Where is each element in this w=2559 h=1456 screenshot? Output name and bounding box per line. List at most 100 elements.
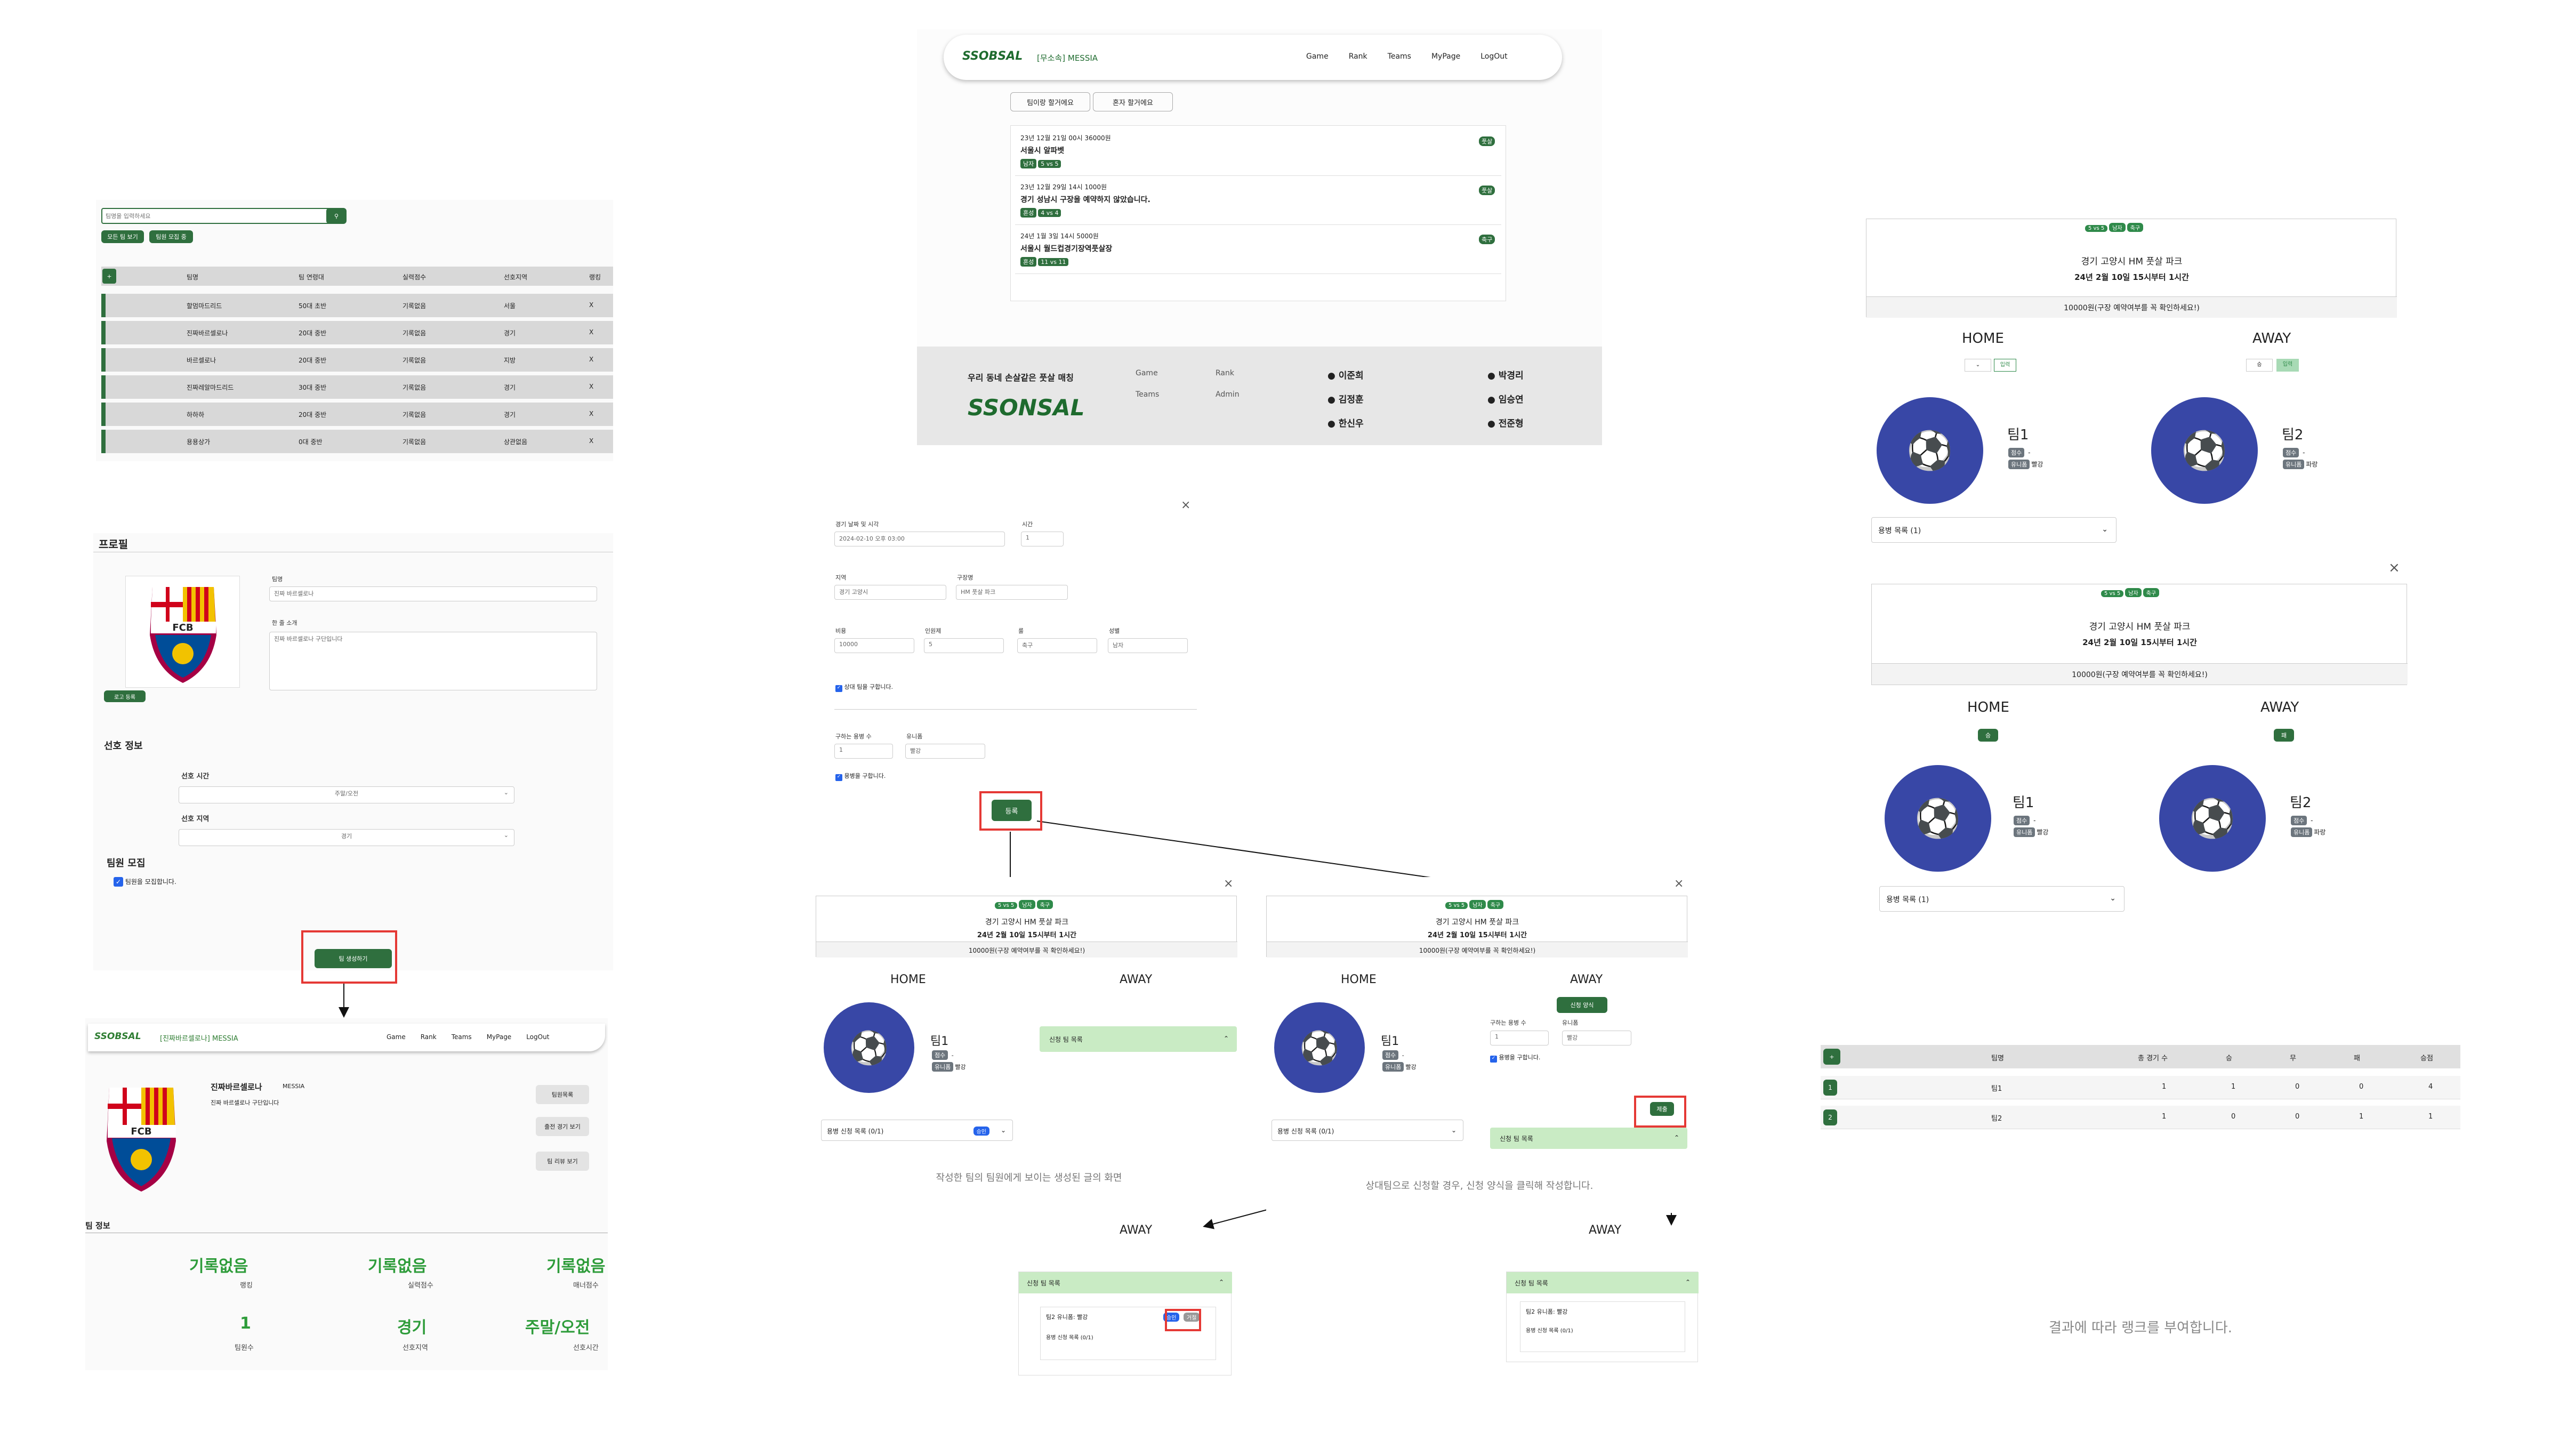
- result-view-1: 5 vs 5 남자 축구 경기 고양시 HM 풋살 파크 24년 2월 10일 15…: [1863, 216, 2402, 546]
- football-club-icon: ⚽: [1906, 428, 1953, 472]
- apply-entry: 팀2 유니폼: 빨강 용병 신청 목록 (0/1): [1520, 1301, 1685, 1352]
- nav-teams[interactable]: Teams: [1388, 52, 1411, 61]
- github-icon: ●: [1487, 371, 1499, 381]
- game-tag: 혼성: [1020, 208, 1037, 218]
- nav-mypage[interactable]: MyPage: [487, 1033, 512, 1041]
- gender-select[interactable]: 남자: [1108, 638, 1188, 653]
- tab-solo[interactable]: 혼자 할거에요: [1093, 92, 1173, 111]
- nav-mypage[interactable]: MyPage: [1431, 52, 1460, 61]
- rank-row[interactable]: 2 팀2 1 0 0 1 1: [1821, 1106, 2460, 1129]
- merc-input[interactable]: 1: [1490, 1031, 1549, 1045]
- date-input[interactable]: 2024-02-10 오후 03:00: [834, 532, 1005, 546]
- game-when: 24년 2월 10일 15시부터 1시간: [977, 931, 1077, 939]
- apply-list-header[interactable]: 신청 팀 목록 ⌃: [1507, 1272, 1699, 1293]
- nav-logout[interactable]: LogOut: [1480, 52, 1507, 61]
- stadium-input[interactable]: HM 풋살 파크: [956, 585, 1068, 600]
- apply-view-caption: 상대팀으로 신청할 경우, 신청 양식을 클릭해 작성합니다.: [1365, 1180, 1594, 1192]
- away-score-select[interactable]: 승: [2246, 359, 2273, 372]
- home-label: HOME: [1341, 973, 1377, 986]
- stadium-label: 구장명: [957, 574, 973, 581]
- people-input[interactable]: 5: [924, 638, 1004, 653]
- rank-table: + 팀명 총 경기 수 승 무 패 승점 1 팀1 1 1 0 0 4 2 팀2 1 0 0 1 1: [1821, 1045, 2460, 1130]
- merc-checkbox[interactable]: ✓ 용병을 구합니다.: [835, 771, 886, 781]
- apply-list-accordion[interactable]: 신청 팀 목록 ⌃: [1490, 1128, 1687, 1149]
- region-input[interactable]: 경기 고양시: [834, 585, 946, 600]
- close-icon[interactable]: ×: [2388, 560, 2400, 576]
- close-icon[interactable]: ×: [1224, 877, 1233, 890]
- footer-teams[interactable]: Teams: [1136, 390, 1159, 399]
- games-button[interactable]: 출전 경기 보기: [536, 1117, 589, 1136]
- nav-game[interactable]: Game: [387, 1033, 406, 1041]
- home-footer: 우리 동네 손살같은 풋살 매칭 SSONSAL Game Rank Teams…: [917, 347, 1602, 445]
- game-card[interactable]: 23년 12월 29일 14시 1000원 경기 성남시 구장을 예약하지 않았습…: [1015, 180, 1501, 225]
- home-label: HOME: [1967, 699, 2009, 715]
- merc-input[interactable]: 1: [834, 744, 893, 759]
- close-icon[interactable]: ×: [1181, 498, 1190, 512]
- home-score-select[interactable]: ⌄: [1965, 359, 1991, 372]
- github-member-link[interactable]: ● 임승연: [1487, 392, 1524, 405]
- footer-admin[interactable]: Admin: [1216, 390, 1240, 399]
- github-member-link[interactable]: ● 김정훈: [1327, 392, 1364, 405]
- apply-list-header[interactable]: 신청 팀 목록 ⌃: [1019, 1272, 1232, 1293]
- nav-rank[interactable]: Rank: [421, 1033, 437, 1041]
- uniform-input[interactable]: 빨강: [1562, 1031, 1631, 1045]
- game-tags: 5 vs 5 남자 축구: [1445, 899, 1505, 909]
- nav-logout[interactable]: LogOut: [526, 1033, 549, 1041]
- rank-cell: 0: [2231, 1113, 2236, 1121]
- game-tag: 남자: [1020, 159, 1037, 168]
- home-logo[interactable]: SSOBSAL: [962, 50, 1023, 63]
- time-select[interactable]: 1: [1021, 532, 1064, 546]
- rank-row[interactable]: 1 팀1 1 1 0 0 4: [1821, 1076, 2460, 1099]
- type-select[interactable]: 축구: [1017, 638, 1097, 653]
- home-input-button[interactable]: 입력: [1994, 359, 2016, 372]
- football-club-icon: ⚽: [849, 1029, 889, 1067]
- merc-checkbox[interactable]: ✓ 용병을 구합니다.: [1490, 1053, 1540, 1063]
- stat-area-value: 경기: [397, 1318, 427, 1337]
- member-name: 박경리: [1498, 371, 1524, 381]
- github-member-link[interactable]: ● 이준희: [1327, 368, 1364, 381]
- github-member-link[interactable]: ● 한신우: [1327, 416, 1364, 429]
- nav-game[interactable]: Game: [1306, 52, 1329, 61]
- merc-count-select[interactable]: 용병 목록 (1) ⌄: [1871, 517, 2117, 543]
- chevron-down-icon: ⌄: [2110, 894, 2116, 903]
- chevron-down-icon: ⌄: [1000, 1127, 1006, 1134]
- stat-skill-label: 실력점수: [408, 1282, 433, 1290]
- member-name: 한신우: [1338, 419, 1364, 429]
- cost-input[interactable]: 10000: [834, 638, 914, 653]
- team2-name: 팀2: [2282, 427, 2304, 443]
- apply-form-button[interactable]: 신청 양식: [1557, 997, 1607, 1013]
- members-button[interactable]: 팀원목록: [536, 1085, 589, 1104]
- nav-rank[interactable]: Rank: [1349, 52, 1367, 61]
- game-cost: 10000원(구장 예약여부를 꼭 확인하세요!): [1866, 296, 2397, 318]
- merc-count-select[interactable]: 용병 목록 (1) ⌄: [1879, 886, 2125, 912]
- member-name: 전준형: [1498, 419, 1524, 429]
- game-card[interactable]: 24년 1월 3일 14시 5000원 서울시 월드컵경기장역풋살장 혼성 11 vs…: [1015, 229, 1501, 274]
- site-logo[interactable]: SSOBSAL: [94, 1031, 141, 1042]
- tag-size: 5 vs 5: [995, 902, 1018, 909]
- rank-header-lose: 패: [2354, 1055, 2360, 1063]
- github-member-link[interactable]: ● 박경리: [1487, 368, 1524, 381]
- game-when: 24년 2월 10일 15시부터 1시간: [1427, 931, 1527, 939]
- footer-rank[interactable]: Rank: [1216, 369, 1234, 377]
- tag-kind: 축구: [1487, 900, 1504, 909]
- submit-game-button[interactable]: 등록: [992, 800, 1032, 821]
- apply-list-label: 신청 팀 목록: [1049, 1036, 1083, 1043]
- rank-cell: 1: [2359, 1113, 2364, 1121]
- github-member-link[interactable]: ● 전준형: [1487, 416, 1524, 429]
- nav-teams[interactable]: Teams: [452, 1033, 472, 1041]
- close-icon[interactable]: ×: [1674, 877, 1684, 890]
- tab-team[interactable]: 팀이랑 할거에요: [1010, 92, 1090, 111]
- tag-size: 5 vs 5: [1445, 902, 1468, 909]
- merc-list-label: 용병 신청 목록 (0/1): [1277, 1128, 1334, 1135]
- away-label: AWAY: [2260, 699, 2299, 715]
- opponent-checkbox[interactable]: ✓ 상대 팀을 구합니다.: [835, 682, 893, 692]
- uniform-input[interactable]: 빨강: [905, 744, 985, 759]
- game-card[interactable]: 23년 12월 21일 00시 36000원 서울시 알파벳 남자 5 vs 5 풋살: [1015, 131, 1501, 176]
- merc-list-select[interactable]: 용병 신청 목록 (0/1) 승인 ⌄: [821, 1120, 1013, 1141]
- footer-game[interactable]: Game: [1136, 369, 1158, 377]
- reviews-button[interactable]: 팀 리뷰 보기: [536, 1152, 589, 1171]
- merc-list-select[interactable]: 용병 신청 목록 (0/1) ⌄: [1272, 1120, 1463, 1141]
- away-input-button[interactable]: 입력: [2276, 359, 2299, 372]
- chevron-down-icon: ⌄: [1451, 1127, 1456, 1134]
- apply-list-accordion[interactable]: 신청 팀 목록 ⌃: [1040, 1026, 1237, 1052]
